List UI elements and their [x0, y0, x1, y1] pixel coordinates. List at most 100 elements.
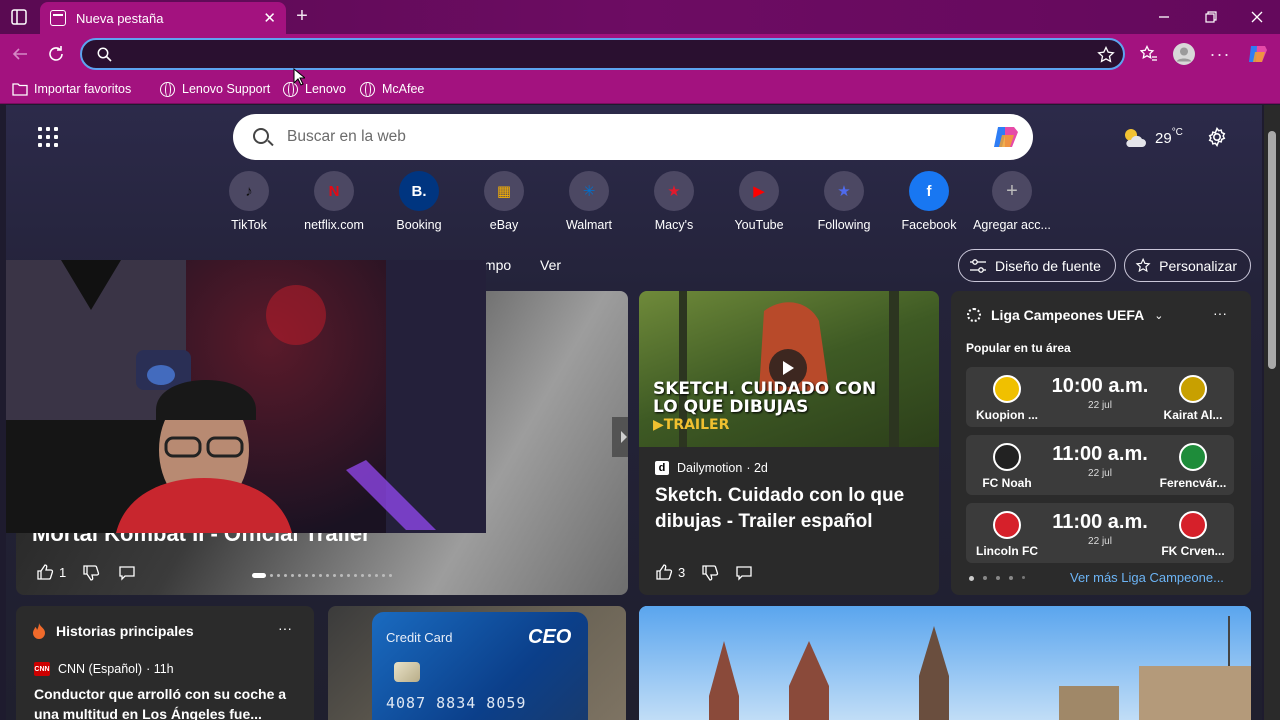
city-photo: [639, 606, 1251, 720]
quick-link-icon: N: [314, 171, 354, 211]
webcam-overlay: [6, 260, 486, 533]
video-card[interactable]: SKETCH. CUIDADO CON LO QUE DIBUJAS ▶TRAI…: [639, 291, 939, 595]
quick-link-following[interactable]: ★ Following: [801, 171, 887, 232]
away-team-name: Kairat Al...: [1163, 408, 1223, 422]
comment-button[interactable]: [735, 564, 753, 582]
quick-link-netflix-com[interactable]: Nnetflix.com: [291, 171, 377, 232]
copilot-icon[interactable]: [992, 124, 1020, 150]
away-team-crest-icon: [1179, 443, 1207, 471]
quick-link-ebay[interactable]: ▦ eBay: [461, 171, 547, 232]
away-team-crest-icon: [1179, 511, 1207, 539]
quick-link-booking[interactable]: B. Booking: [376, 171, 462, 232]
like-button[interactable]: 3: [655, 563, 685, 581]
reload-icon[interactable]: [44, 42, 68, 66]
tab-nueva-pestana[interactable]: Nueva pestaña ✕: [40, 2, 286, 34]
copilot-icon[interactable]: [1245, 41, 1271, 67]
close-window-icon[interactable]: [1243, 6, 1271, 28]
quick-link-icon: ▦: [484, 171, 524, 211]
match-row[interactable]: FC Noah 11:00 a.m. 22 jul Ferencvár...: [966, 435, 1234, 495]
video-thumbnail[interactable]: SKETCH. CUIDADO CON LO QUE DIBUJAS ▶TRAI…: [639, 291, 939, 447]
see-more-link[interactable]: Ver más Liga Campeone...: [1070, 570, 1224, 585]
video-source-row: d Dailymotion · 2d: [655, 461, 768, 475]
address-bar[interactable]: [80, 38, 1125, 70]
comment-button[interactable]: [118, 564, 136, 582]
home-team-name: Kuopion ...: [976, 408, 1038, 422]
search-icon: [253, 128, 269, 144]
apps-launcher-icon[interactable]: [38, 127, 58, 147]
quick-link-label: Following: [817, 218, 871, 232]
quick-link-walmart[interactable]: ✳ Walmart: [546, 171, 632, 232]
like-button[interactable]: 1: [36, 563, 66, 581]
sports-subtitle: Popular en tu área: [966, 341, 1071, 355]
sliders-icon: [970, 258, 986, 273]
profile-avatar-icon[interactable]: [1172, 42, 1196, 66]
quick-link-agregar-acc[interactable]: + Agregar acc...: [969, 171, 1055, 232]
favorites-bar: Importar favoritos Lenovo Support Lenovo…: [0, 74, 1280, 104]
video-age: · 2d: [746, 461, 768, 475]
story-headline[interactable]: Conductor que arrolló con su coche a una…: [34, 684, 296, 720]
league-header[interactable]: Liga Campeones UEFA ⌄: [967, 307, 1163, 323]
quick-link-glyph: ♪: [245, 182, 253, 200]
match-date: 22 jul: [1088, 468, 1112, 479]
comment-icon: [736, 566, 752, 581]
home-team-crest-icon: [993, 375, 1021, 403]
sports-more-icon[interactable]: ···: [1213, 305, 1227, 321]
dislike-button[interactable]: [701, 564, 719, 582]
settings-gear-icon[interactable]: [1206, 126, 1228, 148]
flame-icon: [33, 623, 45, 639]
favorite-import[interactable]: Importar favoritos: [12, 80, 131, 98]
match-row[interactable]: Lincoln FC 11:00 a.m. 22 jul FK Crven...: [966, 503, 1234, 563]
import-folder-icon: [12, 83, 28, 96]
address-input[interactable]: [122, 44, 1102, 64]
credit-card-promo[interactable]: Credit Card CEO 4087 8834 8059: [328, 606, 626, 720]
quick-link-youtube[interactable]: ▶ YouTube: [716, 171, 802, 232]
feed-layout-button[interactable]: Diseño de fuente: [958, 249, 1116, 282]
match-row[interactable]: Kuopion ... 10:00 a.m. 22 jul Kairat Al...: [966, 367, 1234, 427]
thumbs-up-icon: [656, 564, 673, 580]
favorites-icon[interactable]: [1137, 42, 1161, 66]
pager-dots[interactable]: [969, 576, 1025, 581]
quick-link-macy-s[interactable]: ★ Macy's: [631, 171, 717, 232]
restore-icon[interactable]: [1197, 6, 1225, 28]
quick-link-glyph: ★: [667, 183, 681, 200]
nav-ver[interactable]: Ver: [540, 257, 561, 273]
stories-more-icon[interactable]: ···: [278, 620, 292, 636]
personalize-button[interactable]: Personalizar: [1124, 249, 1251, 282]
card-brand: CEO: [528, 626, 572, 648]
browser-window: Nueva pestaña ✕ + ··· Importar favoritos…: [0, 0, 1280, 720]
favorite-lenovo-support[interactable]: Lenovo Support: [160, 80, 270, 98]
home-team: Lincoln FC: [966, 511, 1048, 558]
new-tab-icon[interactable]: +: [292, 5, 312, 27]
more-menu-icon[interactable]: ···: [1208, 42, 1232, 66]
back-arrow-icon[interactable]: [8, 42, 32, 66]
cnn-logo-icon: CNN: [34, 662, 50, 676]
dislike-button[interactable]: [82, 564, 100, 582]
card-chip-icon: [394, 662, 420, 682]
quick-link-label: Agregar acc...: [973, 218, 1051, 232]
tab-actions-icon[interactable]: [10, 8, 28, 26]
city-photo-card[interactable]: [639, 606, 1251, 720]
quick-link-facebook[interactable]: f Facebook: [886, 171, 972, 232]
favorite-mcafee[interactable]: McAfee: [360, 80, 424, 98]
close-tab-icon[interactable]: ✕: [263, 9, 276, 27]
weather-widget[interactable]: 29 °C: [1121, 125, 1183, 151]
quick-link-tiktok[interactable]: ♪ TikTok: [206, 171, 292, 232]
video-title[interactable]: Sketch. Cuidado con lo que dibujas - Tra…: [655, 483, 925, 535]
page-scrollbar[interactable]: [1264, 105, 1280, 720]
quick-link-glyph: ★: [837, 183, 851, 200]
minimize-icon[interactable]: [1150, 6, 1178, 28]
top-stories-card: Historias principales ··· CNN CNN (Españ…: [16, 606, 314, 720]
web-search-box[interactable]: [233, 114, 1033, 160]
carousel-next-icon[interactable]: [612, 417, 628, 457]
quick-link-icon: B.: [399, 171, 439, 211]
favorite-star-icon[interactable]: [1096, 45, 1116, 65]
like-count: 1: [59, 564, 67, 580]
dailymotion-logo-icon: d: [655, 461, 669, 475]
scrollbar-thumb[interactable]: [1268, 131, 1276, 369]
carousel-dots[interactable]: [252, 573, 392, 578]
story-age: · 11h: [146, 662, 174, 676]
mouse-cursor-icon: [293, 68, 305, 86]
web-search-input[interactable]: [287, 127, 937, 147]
weather-unit: °C: [1171, 127, 1183, 138]
thumbnail-text-line1: SKETCH. CUIDADO CON: [653, 379, 877, 399]
